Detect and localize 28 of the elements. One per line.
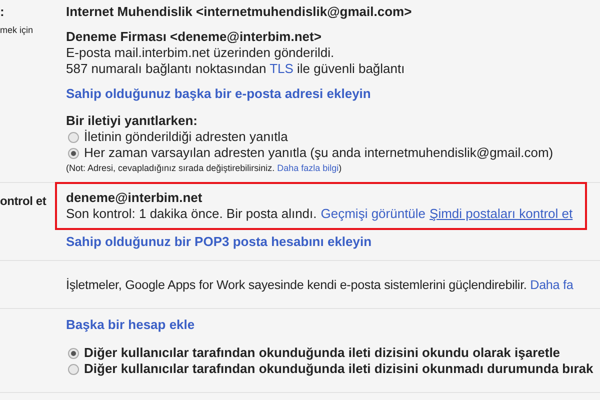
reply-note: (Not: Adresi, cevapladığınız sırada değiştirebilirsiniz. Daha fazla bilgi): [66, 162, 343, 175]
more-info-link[interactable]: Daha fazla bilgi: [277, 163, 339, 173]
add-address-link[interactable]: Sahip olduğunuz başka bir e-posta adresi ekleyin: [66, 86, 371, 102]
add-pop-link[interactable]: Sahip olduğunuz bir POP3 posta hesabını ekleyin: [66, 234, 372, 250]
mark-option[interactable]: Diğer kullanıcılar tarafından okunduğunda ileti dizisini okunmadı durumunda bırak: [66, 361, 600, 377]
check-status: Son kontrol: 1 dakika önce. Bir posta alındı.: [66, 206, 317, 222]
sender-name: Deneme Firması <deneme@interbim.net>: [66, 29, 322, 45]
tls-link[interactable]: TLS: [270, 61, 294, 76]
sender-info: E-posta mail.interbim.net üzerinden gönderildi.: [66, 45, 336, 61]
more-link[interactable]: Daha fa: [530, 278, 574, 292]
radio-button[interactable]: [68, 148, 79, 158]
pop-account: deneme@interbim.net: [66, 190, 204, 206]
history-link[interactable]: Geçmişi görüntüle: [320, 206, 426, 222]
add-account-link[interactable]: Başka bir hesap ekle: [66, 317, 195, 333]
account-name: Internet Muhendislik <internetmuhendislik@gmail.com>: [66, 4, 413, 20]
radio-button[interactable]: [68, 364, 79, 374]
reply-option[interactable]: İletinin gönderildiği adresten yanıtla: [66, 129, 600, 145]
apps-info: İşletmeler, Google Apps for Work sayesinde kendi e-posta sistemlerini güçlendirebilir. Daha fa: [66, 276, 574, 292]
reply-option[interactable]: Her zaman varsayılan adresten yanıtla (şu anda internetmuhendislik@gmail.com): [66, 145, 600, 161]
section-hint: mek için: [0, 25, 34, 35]
radio-button[interactable]: [68, 348, 79, 358]
radio-button[interactable]: [68, 132, 79, 142]
section-label: ontrol et: [0, 194, 46, 208]
tls-info: 587 numaralı bağlantı noktasından TLS ile güvenli bağlantı: [66, 61, 406, 77]
section-label: :: [0, 4, 4, 19]
reply-title: Bir iletiyi yanıtlarken:: [66, 113, 198, 129]
check-mail-link[interactable]: Şimdi postaları kontrol et: [430, 206, 573, 222]
mark-option[interactable]: Diğer kullanıcılar tarafından okunduğunda ileti dizisini okundu olarak işaretle: [66, 345, 600, 361]
